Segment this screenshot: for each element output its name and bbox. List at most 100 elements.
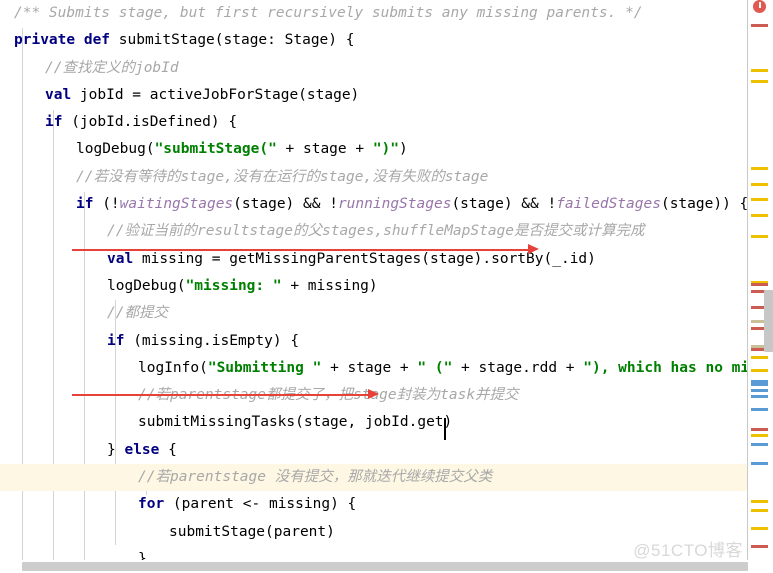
gutter-marker-warning[interactable] [751,69,768,72]
code-token-plain: missing = getMissingParentStages(stage).… [133,250,596,267]
code-token-plain: } [107,441,125,458]
code-token-plain: } [138,550,147,560]
code-token-keyword: else [124,441,160,458]
code-token-plain: jobId = activeJobForStage(stage) [71,86,360,103]
watermark-text: @51CTO博客 [633,541,743,560]
gutter-marker-error[interactable] [751,545,768,548]
gutter-marker-warning[interactable] [751,80,768,83]
code-token-comment: //都提交 [107,305,168,322]
gutter-marker-error[interactable] [751,283,768,286]
code-token-plain: ) [399,141,408,158]
code-token-field: waitingStages [119,196,234,213]
gutter-marker-warning[interactable] [751,369,768,372]
annotation-arrow-submitmissingtasks [368,389,379,399]
code-token-plain: (stage) && ! [233,196,338,213]
code-line[interactable]: logDebug("missing: " + missing) [0,273,748,300]
code-token-keyword: if [107,332,125,349]
code-token-keyword: if [76,196,94,213]
code-line-list[interactable]: /** Submits stage, but first recursively… [0,0,748,560]
marker-gutter[interactable] [747,0,773,560]
code-token-comment: //若parentstage 没有提交，那就迭代继续提交父类 [138,469,493,486]
code-line[interactable]: for (parent <- missing) { [0,491,748,518]
code-line[interactable]: //查找定义的jobId [0,55,748,82]
code-line[interactable]: //验证当前的resultstage的父stages,shuffleMapSta… [0,218,748,245]
code-line[interactable]: submitMissingTasks(stage, jobId.get) [0,409,748,436]
gutter-marker-info[interactable] [751,395,768,398]
code-token-comment: //查找定义的jobId [45,59,179,76]
code-token-plain: (parent <- missing) { [164,496,357,513]
code-token-string: "Submitting " [207,359,322,376]
code-token-string: " (" [417,359,453,376]
code-line[interactable]: if (!waitingStages(stage) && !runningSta… [0,191,748,218]
code-text-area[interactable]: /** Submits stage, but first recursively… [0,0,748,560]
gutter-marker-warning[interactable] [751,167,768,170]
gutter-marker-warning[interactable] [751,214,768,217]
code-line[interactable]: //若没有等待的stage,没有在运行的stage,没有失败的stage [0,164,748,191]
error-circle-icon[interactable] [753,0,766,13]
horizontal-scrollbar-track[interactable] [0,560,748,573]
code-token-plain: (missing.isEmpty) { [124,332,300,349]
annotation-arrow-sortby [528,244,539,254]
gutter-marker-warning[interactable] [751,500,768,503]
horizontal-scrollbar-thumb[interactable] [22,562,748,571]
gutter-marker-warning[interactable] [751,198,768,201]
gutter-marker-error[interactable] [751,24,768,27]
code-token-plain: + stage + [321,359,418,376]
code-token-string: ")" [372,141,400,158]
code-token-field: failedStages [556,196,661,213]
code-token-plain: (stage) && ! [451,196,557,213]
code-token-comment: //验证当前的resultstage的父stages,shuffleMapSta… [107,223,645,240]
gutter-marker-warning[interactable] [751,527,768,530]
code-token-string: "missing: " [185,277,282,294]
gutter-marker-info[interactable] [751,408,768,411]
annotation-underline-submitmissingtasks [72,394,370,396]
vertical-scrollbar-thumb[interactable] [764,290,773,352]
gutter-marker-info[interactable] [751,443,768,446]
code-token-keyword: val [45,86,72,103]
gutter-marker-warning[interactable] [751,235,768,238]
code-token-plain: logDebug( [76,141,155,158]
code-line[interactable]: //若parentstage 没有提交，那就迭代继续提交父类 [0,464,748,492]
code-token-plain: submitMissingTasks(stage, jobId.get) [138,414,453,431]
code-line[interactable]: //都提交 [0,300,748,327]
code-line[interactable]: logDebug("submitStage(" + stage + ")") [0,136,748,163]
code-token-plain: (! [93,196,120,213]
code-token-plain: + stage.rdd + [452,359,584,376]
code-line[interactable]: /** Submits stage, but first recursively… [0,0,748,27]
gutter-marker-warning[interactable] [751,509,768,512]
code-token-keyword: private def [14,32,111,49]
gutter-marker-info[interactable] [751,389,768,392]
code-token-keyword: for [138,496,165,513]
code-line[interactable]: val jobId = activeJobForStage(stage) [0,82,748,109]
code-token-comment: /** Submits stage, but first recursively… [14,5,643,21]
code-token-plain: submitStage(parent) [169,523,335,540]
code-line[interactable]: private def submitStage(stage: Stage) { [0,27,748,54]
code-line[interactable]: if (jobId.isDefined) { [0,109,748,136]
code-line[interactable]: } else { [0,437,748,464]
code-token-plain: (jobId.isDefined) { [62,114,238,131]
code-line[interactable]: if (missing.isEmpty) { [0,328,748,355]
code-token-keyword: val [107,250,134,267]
gutter-marker-info[interactable] [751,383,768,386]
code-token-string: "submitStage(" [154,141,277,158]
code-token-keyword: if [45,114,63,131]
annotation-underline-sortby [72,249,532,251]
code-token-plain: submitStage(stage: Stage) { [110,32,355,49]
code-editor-window: /** Submits stage, but first recursively… [0,0,773,573]
code-token-comment: //若没有等待的stage,没有在运行的stage,没有失败的stage [76,168,489,185]
gutter-marker-warning[interactable] [751,434,768,437]
code-token-field: runningStages [337,196,452,213]
gutter-marker-warning[interactable] [751,183,768,186]
gutter-marker-warning[interactable] [751,356,768,359]
code-token-plain: (stage)) { [660,196,748,213]
gutter-marker-info[interactable] [751,462,768,465]
code-token-plain: + stage + [276,141,373,158]
code-token-plain: { [159,441,177,458]
code-token-string: "), which has no missing paren [583,359,748,376]
code-token-plain: logInfo( [138,359,208,376]
code-token-plain: logDebug( [107,277,186,294]
gutter-marker-error[interactable] [751,428,768,431]
text-caret [444,418,446,440]
code-line[interactable]: logInfo("Submitting " + stage + " (" + s… [0,355,748,382]
code-token-plain: + missing) [281,277,378,294]
